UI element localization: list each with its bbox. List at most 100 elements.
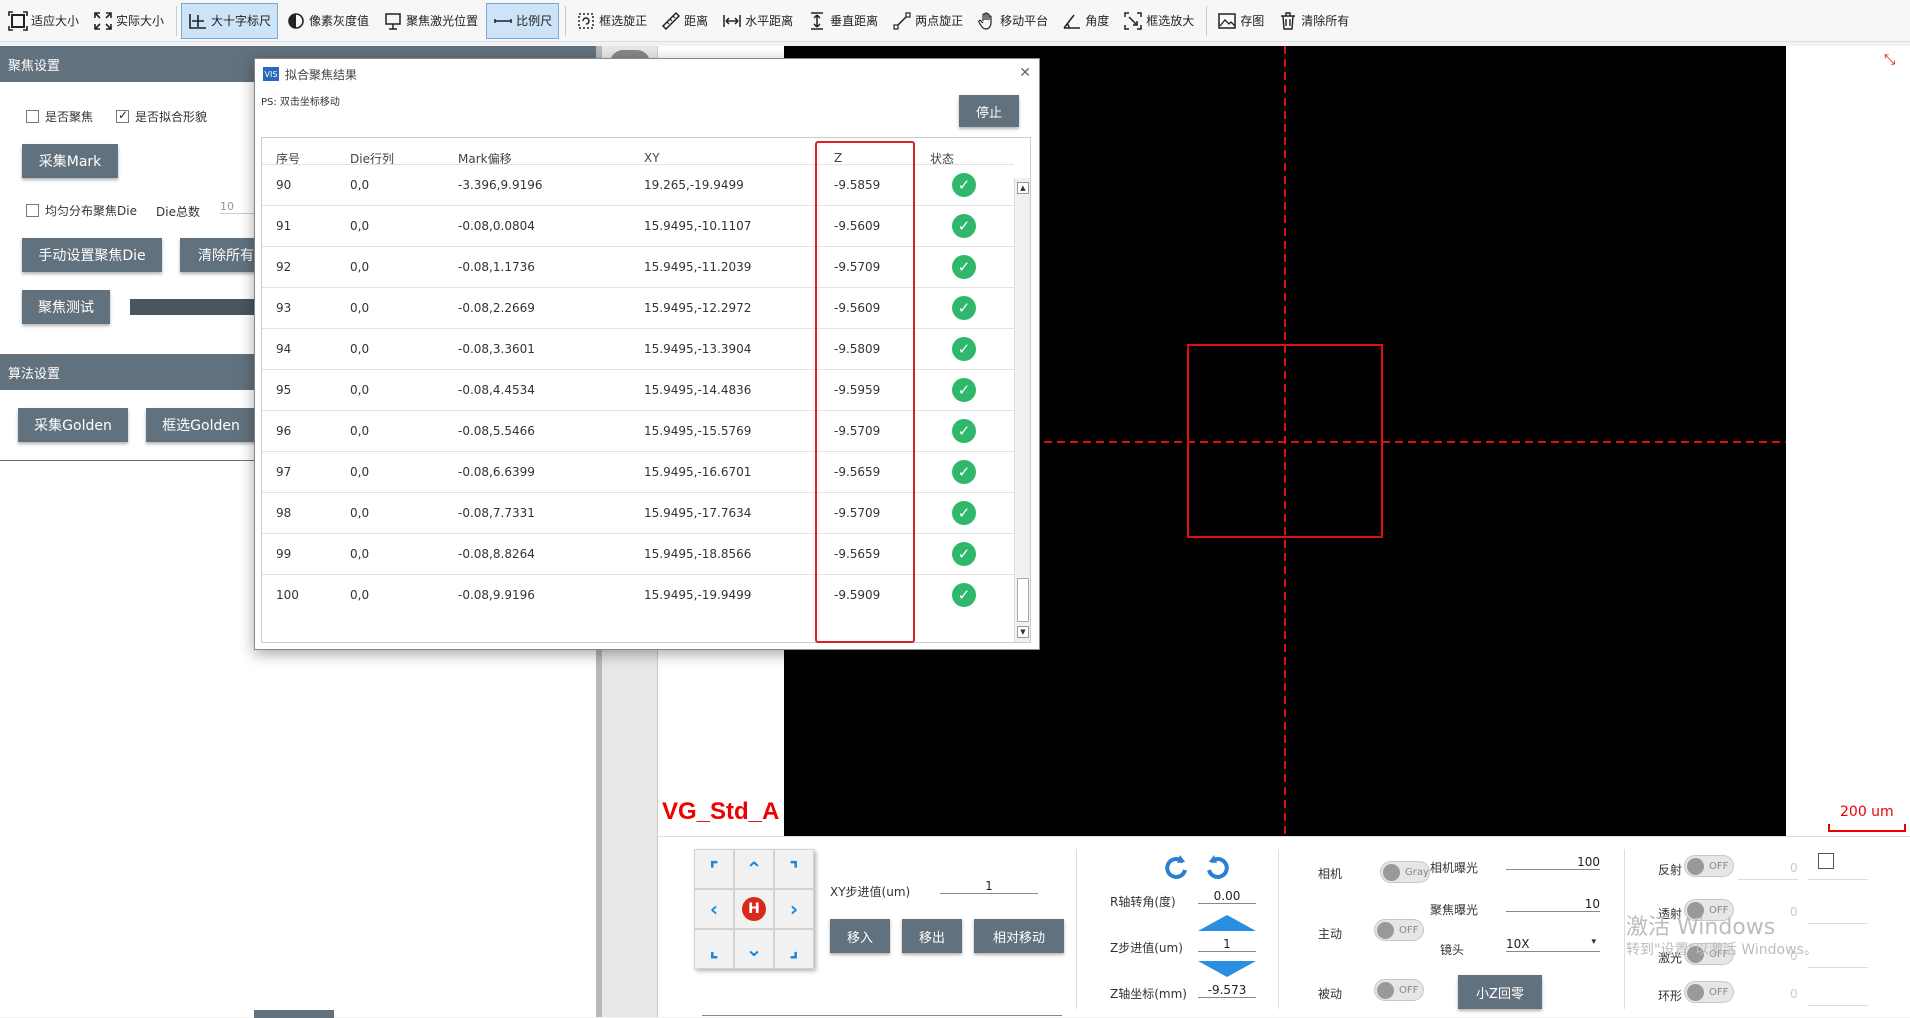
zoom-box-label: 框选放大 (1146, 14, 1195, 28)
fit-topography-checkbox-row[interactable]: 是否拟合形貌 (116, 108, 207, 125)
uniform-die-label: 均匀分布聚焦Die (45, 204, 137, 218)
table-row[interactable]: 98 0,0 -0.08,7.7331 15.9495,-17.7634 -9.5709… (262, 492, 1014, 533)
scroll-up-icon[interactable]: ▲ (1017, 182, 1029, 194)
table-scrollbar[interactable]: ▲ ▼ (1014, 178, 1030, 642)
jog-right-button[interactable]: › (774, 889, 814, 929)
focus-test-button[interactable]: 聚焦测试 (22, 290, 110, 324)
scale-bar-button[interactable]: 比例尺 (486, 2, 560, 39)
collapse-icon[interactable]: ⤡ (1884, 52, 1895, 68)
zoom-box-button[interactable]: 框选放大 (1117, 3, 1200, 39)
r-angle-input[interactable]: 0.00 (1198, 889, 1256, 904)
scroll-thumb[interactable] (1017, 578, 1029, 622)
move-in-button[interactable]: 移入 (830, 919, 890, 953)
jog-up-left-button[interactable]: ⌜ (694, 849, 734, 889)
horizontal-distance-button[interactable]: 水平距离 (716, 3, 799, 39)
angle-button[interactable]: 角度 (1056, 3, 1115, 39)
fit-topography-checkbox[interactable] (116, 108, 129, 123)
focus-checkbox[interactable] (26, 110, 39, 123)
column-header-z[interactable]: Z (818, 151, 916, 165)
check-circle-icon: ✓ (952, 337, 976, 361)
reflect-label: 反射 (1658, 863, 1683, 877)
jog-home-button[interactable]: H (734, 889, 774, 929)
input-underline (1738, 879, 1798, 880)
z-up-button[interactable] (1198, 915, 1256, 931)
uniform-die-checkbox-row[interactable]: 均匀分布聚焦Die (26, 202, 137, 219)
scroll-down-icon[interactable]: ▼ (1017, 626, 1029, 638)
table-row[interactable]: 99 0,0 -0.08,8.8264 15.9495,-18.8566 -9.5659… (262, 533, 1014, 574)
crosshair-button[interactable]: 大十字标尺 (181, 2, 279, 39)
rotate-ccw-icon[interactable] (1204, 853, 1232, 881)
cell-die: 0,0 (350, 301, 370, 315)
table-row[interactable]: 93 0,0 -0.08,2.2669 15.9495,-12.2972 -9.5609… (262, 287, 1014, 328)
z-step-label: Z步进值(um) (1110, 941, 1183, 955)
jog-left-button[interactable]: ‹ (694, 889, 734, 929)
jog-up-button[interactable]: ⌃ (734, 849, 774, 889)
camera-toggle[interactable]: Gray (1380, 861, 1430, 883)
ring-value[interactable]: 0 (1790, 987, 1798, 1001)
cell-z: -9.5709 (834, 424, 881, 438)
collect-mark-button[interactable]: 采集Mark (22, 144, 118, 178)
table-row[interactable]: 91 0,0 -0.08,0.0804 15.9495,-10.1107 -9.5609… (262, 205, 1014, 246)
active-toggle[interactable]: OFF (1374, 919, 1424, 941)
rect-rotate-button[interactable]: 框选旋正 (570, 3, 653, 39)
uniform-die-checkbox[interactable] (26, 204, 39, 217)
table-row[interactable]: 96 0,0 -0.08,5.5466 15.9495,-15.5769 -9.5709… (262, 410, 1014, 451)
vertical-distance-button[interactable]: 垂直距离 (801, 3, 884, 39)
cell-xy: 15.9495,-14.4836 (644, 383, 752, 397)
table-row[interactable]: 95 0,0 -0.08,4.4534 15.9495,-14.4836 -9.5959… (262, 369, 1014, 410)
fit-size-button[interactable]: 适应大小 (2, 3, 85, 39)
rotate-cw-icon[interactable] (1162, 853, 1190, 881)
jog-down-button[interactable]: ⌄ (734, 929, 774, 969)
table-row[interactable]: 97 0,0 -0.08,6.6399 15.9495,-16.6701 -9.5659… (262, 451, 1014, 492)
jog-down-right-button[interactable]: ⌟ (774, 929, 814, 969)
cell-xy: 15.9495,-18.8566 (644, 547, 752, 561)
table-row[interactable]: 92 0,0 -0.08,1.1736 15.9495,-11.2039 -9.5709… (262, 246, 1014, 287)
table-row[interactable]: 94 0,0 -0.08,3.3601 15.9495,-13.3904 -9.5809… (262, 328, 1014, 369)
lens-select[interactable]: 10X ▾ (1506, 937, 1600, 952)
reflect-value[interactable]: 0 (1790, 861, 1798, 875)
manual-focus-die-button[interactable]: 手动设置聚焦Die (22, 238, 162, 272)
jog-down-left-button[interactable]: ⌞ (694, 929, 734, 969)
collect-golden-button[interactable]: 采集Golden (18, 408, 128, 442)
reflect-toggle[interactable]: OFF (1684, 855, 1734, 877)
jog-up-right-button[interactable]: ⌝ (774, 849, 814, 889)
stop-button[interactable]: 停止 (959, 95, 1019, 127)
relative-move-button[interactable]: 相对移动 (974, 919, 1064, 953)
cell-xy: 15.9495,-17.7634 (644, 506, 752, 520)
clear-all-button[interactable]: 清除所有 (180, 238, 260, 272)
clear-all-toolbar-button[interactable]: 清除所有 (1272, 3, 1355, 39)
xy-step-input[interactable]: 1 (940, 879, 1038, 894)
laser-position-button[interactable]: 聚焦激光位置 (377, 3, 484, 39)
cell-die: 0,0 (350, 383, 370, 397)
two-point-rotate-button[interactable]: 两点旋正 (886, 3, 969, 39)
small-z-home-button[interactable]: 小Z回零 (1458, 975, 1542, 1009)
ring-toggle[interactable]: OFF (1684, 981, 1734, 1003)
reflect-checkbox[interactable] (1818, 853, 1834, 869)
image-icon (1217, 11, 1237, 31)
transmit-value[interactable]: 0 (1790, 905, 1798, 919)
focus-exposure-input[interactable]: 10 (1506, 897, 1600, 912)
save-image-button[interactable]: 存图 (1211, 3, 1270, 39)
actual-size-button[interactable]: 实际大小 (87, 3, 170, 39)
distance-button[interactable]: 距离 (655, 3, 714, 39)
select-golden-button[interactable]: 框选Golden (146, 408, 256, 442)
table-row[interactable]: 90 0,0 -3.396,9.9196 19.265,-19.9499 -9.5859… (262, 164, 1014, 205)
move-stage-button[interactable]: 移动平台 (971, 3, 1054, 39)
trash-icon (1278, 11, 1298, 31)
move-out-button[interactable]: 移出 (902, 919, 962, 953)
pixel-gray-button[interactable]: 像素灰度值 (280, 3, 375, 39)
cell-z: -9.5609 (834, 219, 881, 233)
close-icon[interactable]: ✕ (1019, 65, 1031, 81)
table-row[interactable]: 100 0,0 -0.08,9.9196 15.9495,-19.9499 -9.590… (262, 574, 1014, 615)
camera-exposure-input[interactable]: 100 (1506, 855, 1600, 870)
focus-checkbox-row[interactable]: 是否聚焦 (26, 108, 93, 125)
cell-status: ✓ (916, 583, 1014, 607)
z-down-button[interactable] (1198, 961, 1256, 977)
column-header-xy[interactable]: XY (630, 151, 818, 165)
cell-xy: 15.9495,-12.2972 (644, 301, 752, 315)
cell-status: ✓ (916, 460, 1014, 484)
jog-pad: ⌜ ⌃ ⌝ ‹ H › ⌞ ⌄ ⌟ (694, 849, 814, 969)
z-step-input[interactable]: 1 (1198, 937, 1256, 952)
die-total-input[interactable]: 10 (220, 200, 256, 214)
passive-toggle[interactable]: OFF (1374, 979, 1424, 1001)
